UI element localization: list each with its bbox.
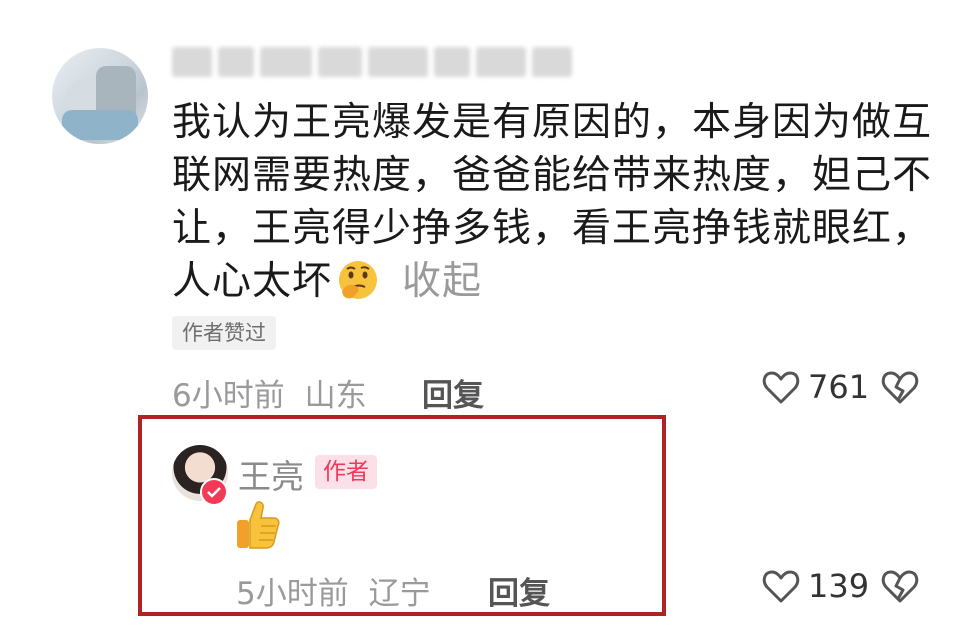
comment-body: 我认为王亮爆发是有原因的，本身因为做互联网需要热度，爸爸能给带来热度，妲己不让，… [172, 96, 932, 308]
verified-check-icon [200, 478, 228, 506]
author-badge: 作者 [315, 455, 377, 489]
heart-icon[interactable] [762, 568, 800, 604]
replier-username[interactable]: 王亮 [238, 450, 304, 498]
reply-like-group: 139 [762, 567, 919, 605]
dislike-icon[interactable] [881, 568, 919, 604]
author-liked-tag: 作者赞过 [172, 316, 276, 350]
reply-time: 5小时前 [236, 576, 349, 612]
commenter-avatar[interactable] [52, 48, 148, 144]
comment-thread: 我认为王亮爆发是有原因的，本身因为做互联网需要热度，爸爸能给带来热度，妲己不让，… [0, 0, 972, 640]
avatar-blur-block [62, 110, 138, 140]
collapse-link[interactable]: 收起 [402, 259, 482, 304]
reply-reply-button[interactable]: 回复 [488, 568, 550, 613]
reply-meta: 5小时前 辽宁 [236, 568, 431, 613]
thinking-face-emoji [339, 261, 378, 299]
like-count: 139 [808, 567, 870, 605]
commenter-username-censored[interactable] [172, 44, 592, 80]
comment-text: 我认为王亮爆发是有原因的，本身因为做互联网需要热度，爸爸能给带来热度，妲己不让，… [172, 100, 933, 304]
comment-location: 山东 [304, 378, 367, 414]
comment-time: 6小时前 [172, 378, 285, 414]
heart-icon[interactable] [762, 369, 800, 405]
dislike-icon[interactable] [881, 369, 919, 405]
reply-location: 辽宁 [368, 576, 431, 612]
comment-like-group: 761 [762, 368, 919, 406]
reply-button[interactable]: 回复 [422, 370, 484, 415]
thumbs-up-emoji [237, 501, 280, 549]
like-count: 761 [808, 368, 870, 406]
comment-meta: 6小时前 山东 [172, 370, 367, 415]
